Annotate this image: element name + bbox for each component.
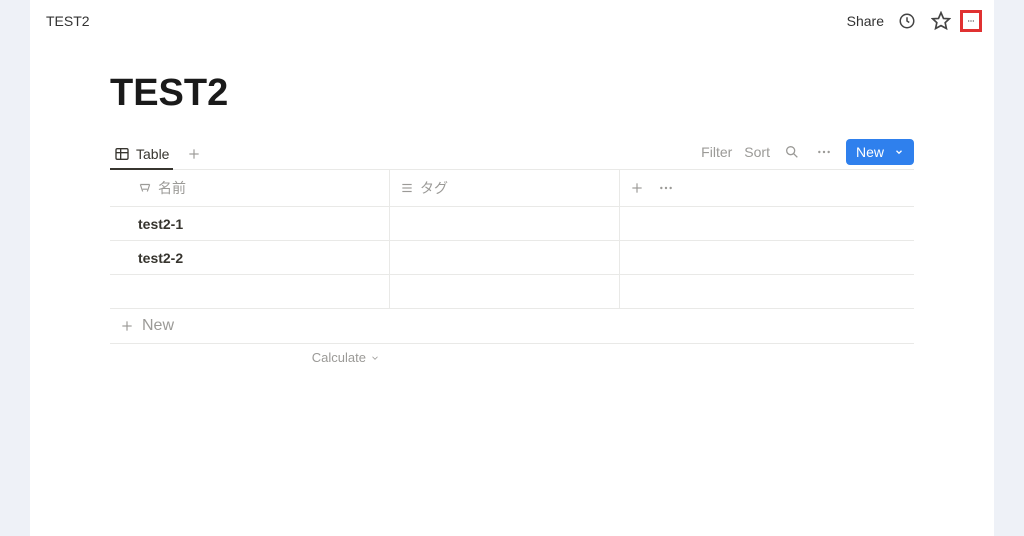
- column-header-name[interactable]: 名前: [110, 170, 390, 207]
- database-table: 名前 タグ test: [110, 170, 914, 309]
- add-column-button[interactable]: [630, 181, 644, 195]
- topbar-right: Share: [847, 10, 978, 32]
- column-tags-label: タグ: [420, 178, 448, 198]
- plus-icon: [120, 319, 134, 333]
- filter-button[interactable]: Filter: [701, 144, 732, 160]
- updates-icon[interactable]: [896, 10, 918, 32]
- favorite-star-icon[interactable]: [930, 10, 952, 32]
- breadcrumb[interactable]: TEST2: [46, 13, 90, 29]
- text-property-icon: [138, 181, 152, 195]
- new-row-label: New: [142, 317, 174, 335]
- calculate-button[interactable]: Calculate: [110, 350, 390, 365]
- chevron-down-icon: [894, 147, 904, 157]
- content-area: TEST2 Table Filter Sort: [30, 42, 994, 371]
- table-icon: [114, 146, 130, 162]
- page-title[interactable]: TEST2: [110, 72, 914, 115]
- tab-table-label: Table: [136, 146, 169, 162]
- chevron-down-icon: [370, 353, 380, 363]
- view-tabs: Table: [110, 140, 207, 169]
- column-more-icon[interactable]: [658, 180, 674, 196]
- page-container: TEST2 Share TEST2 Table: [30, 0, 994, 536]
- calculate-row: Calculate: [110, 344, 914, 371]
- cell-extra[interactable]: [620, 275, 914, 309]
- view-controls: Filter Sort New: [701, 139, 914, 169]
- new-row-button[interactable]: New: [110, 309, 914, 344]
- column-header-tags[interactable]: タグ: [390, 170, 620, 207]
- add-view-button[interactable]: [181, 141, 207, 167]
- cell-tags[interactable]: [390, 241, 620, 275]
- new-button-label: New: [856, 144, 884, 160]
- new-button[interactable]: New: [846, 139, 914, 165]
- share-button[interactable]: Share: [847, 13, 884, 29]
- sort-button[interactable]: Sort: [744, 144, 770, 160]
- topbar: TEST2 Share: [30, 0, 994, 42]
- tab-table[interactable]: Table: [110, 140, 173, 170]
- more-options-icon[interactable]: [960, 10, 982, 32]
- cell-tags[interactable]: [390, 275, 620, 309]
- cell-name[interactable]: [110, 275, 390, 309]
- calculate-label: Calculate: [312, 350, 366, 365]
- view-more-icon[interactable]: [814, 142, 834, 162]
- cell-name[interactable]: test2-2: [110, 241, 390, 275]
- cell-extra[interactable]: [620, 207, 914, 241]
- cell-extra[interactable]: [620, 241, 914, 275]
- search-icon[interactable]: [782, 142, 802, 162]
- cell-name[interactable]: test2-1: [110, 207, 390, 241]
- column-name-label: 名前: [158, 178, 186, 198]
- column-header-add: [620, 170, 914, 207]
- cell-tags[interactable]: [390, 207, 620, 241]
- view-bar: Table Filter Sort New: [110, 139, 914, 170]
- multiselect-property-icon: [400, 181, 414, 195]
